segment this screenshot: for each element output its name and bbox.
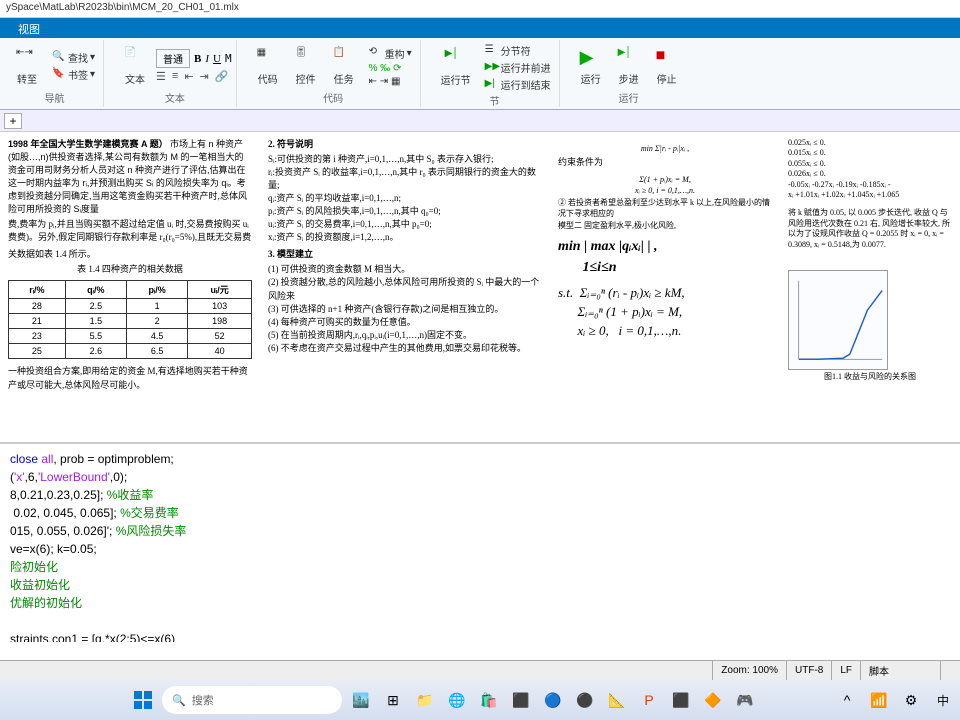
run-end-button[interactable]: ▶|运行到结束 xyxy=(481,76,555,93)
table-title: 表 1.4 四种资产的相关数据 xyxy=(8,263,252,276)
language-status[interactable]: 脚本 xyxy=(860,661,940,680)
file-path: ySpace\MatLab\R2023b\bin\MCM_20_CH01_01.… xyxy=(6,2,239,13)
italic-button[interactable]: I xyxy=(205,53,209,65)
percent-button[interactable]: % ‰ ⟳ xyxy=(365,62,416,75)
app-icon-4[interactable]: 🔶 xyxy=(700,687,726,713)
table-row: 235.54.552 xyxy=(9,329,252,344)
refactor-icon: ⟲ xyxy=(369,46,383,60)
text-button[interactable]: 📄文本 xyxy=(118,45,152,88)
mono-button[interactable]: M xyxy=(225,52,232,65)
edge-icon[interactable]: 🌐 xyxy=(444,687,470,713)
file-tab-bar: + xyxy=(0,110,960,132)
slider-icon: 🎚 xyxy=(295,47,317,69)
matlab-icon[interactable]: 📐 xyxy=(604,687,630,713)
outdent-icon[interactable]: ⇤ xyxy=(184,70,193,83)
app-icon-2[interactable]: ⚫ xyxy=(572,687,598,713)
table-header-row: rᵢ/% qᵢ/% pᵢ/% uᵢ/元 xyxy=(9,281,252,299)
search-icon: 🔍 xyxy=(172,694,186,707)
task-button[interactable]: 📋任务 xyxy=(327,45,361,88)
chart-title: 图1.1 收益与风险的关系图 xyxy=(788,372,952,382)
split-button[interactable]: ☰分节符 xyxy=(481,42,555,59)
code-icon: ▦ xyxy=(257,47,279,69)
zoom-status[interactable]: Zoom: 100% xyxy=(712,661,786,680)
style-normal[interactable]: 普通 xyxy=(156,49,190,68)
table-row: 252.66.540 xyxy=(9,344,252,359)
code-area[interactable]: close all, prob = optimproblem; ('x',6,'… xyxy=(0,442,960,642)
run-section-button[interactable]: ▶│运行节 xyxy=(435,46,477,89)
stop-button[interactable]: ■停止 xyxy=(650,45,684,88)
ribbon-group-code: ▦代码 🎚控件 📋任务 ⟲重构▾ % ‰ ⟳ ⇤ ⇥ ▦ 代码 xyxy=(247,40,421,107)
ribbon-group-text: 📄文本 普通 B I U M ☰ ≡ ⇤ ⇥ 🔗 文本 xyxy=(114,40,237,107)
taskbar-search[interactable]: 🔍搜索 xyxy=(162,686,342,714)
bold-button[interactable]: B xyxy=(194,53,201,65)
code-button[interactable]: ▦代码 xyxy=(251,45,285,88)
goto-button[interactable]: ⇤⇥ 转至 xyxy=(10,45,44,88)
refactor-button[interactable]: ⟲重构▾ xyxy=(365,45,416,62)
constraint-formula: s.t. Σᵢ₌₀ⁿ (rᵢ - pᵢ)xᵢ ≥ kM, Σᵢ₌₀ⁿ (1 + … xyxy=(558,284,772,341)
tray-icon-1[interactable]: 📶 xyxy=(866,687,892,713)
explorer-icon[interactable]: 📁 xyxy=(412,687,438,713)
status-bar: Zoom: 100% UTF-8 LF 脚本 xyxy=(0,660,960,680)
editor-area: 1998 年全国大学生数学建模竞赛 A 题） 市场上有 n 种资产(如股…,n)… xyxy=(0,132,960,660)
run-button[interactable]: ▶运行 xyxy=(574,45,608,88)
app-icon-3[interactable]: ⬛ xyxy=(668,687,694,713)
document-area[interactable]: 1998 年全国大学生数学建模竞赛 A 题） 市场上有 n 种资产(如股…,n)… xyxy=(0,132,960,442)
tray-icon-2[interactable]: ⚙ xyxy=(898,687,924,713)
windows-taskbar: 🔍搜索 🏙️ ⊞ 📁 🌐 🛍️ ⬛ 🔵 ⚫ 📐 P ⬛ 🔶 🎮 ^ 📶 ⚙ 中 xyxy=(0,680,960,720)
play-icon: ▶ xyxy=(580,47,602,69)
app-icon-5[interactable]: 🎮 xyxy=(732,687,758,713)
title-bar: ySpace\MatLab\R2023b\bin\MCM_20_CH01_01.… xyxy=(0,0,960,18)
bookmark-button[interactable]: 🔖书签▾ xyxy=(48,66,99,83)
play-adv-icon: ▶▶ xyxy=(485,61,499,75)
bullet-list-icon[interactable]: ☰ xyxy=(156,70,166,83)
indent-code-button[interactable]: ⇤ ⇥ ▦ xyxy=(365,75,416,88)
step-button[interactable]: ▶│步进 xyxy=(612,45,646,88)
ribbon-group-section: ▶│运行节 ☰分节符 ▶▶运行并前进 ▶|运行到结束 节 xyxy=(431,40,560,107)
underline-button[interactable]: U xyxy=(213,53,221,65)
chrome-icon[interactable]: 🔵 xyxy=(540,687,566,713)
task-icon: 📋 xyxy=(333,47,355,69)
control-button[interactable]: 🎚控件 xyxy=(289,45,323,88)
number-list-icon[interactable]: ≡ xyxy=(172,70,178,83)
encoding-status[interactable]: UTF-8 xyxy=(786,661,831,680)
ribbon-group-run: ▶运行 ▶│步进 ■停止 运行 xyxy=(570,40,688,107)
ribbon-tabbar: 视图 xyxy=(0,18,960,38)
ribbon: ⇤⇥ 转至 🔍查找▾ 🔖书签▾ 导航 📄文本 普通 B I U M xyxy=(0,38,960,110)
text-icon: 📄 xyxy=(124,47,146,69)
weather-icon[interactable]: 🏙️ xyxy=(348,687,374,713)
tray-chevron-icon[interactable]: ^ xyxy=(834,687,860,713)
eol-status[interactable]: LF xyxy=(831,661,860,680)
ribbon-group-nav: ⇤⇥ 转至 🔍查找▾ 🔖书签▾ 导航 xyxy=(6,40,104,107)
chevron-down-icon: ▾ xyxy=(407,48,412,59)
start-button[interactable] xyxy=(130,687,156,713)
search-icon: 🔍 xyxy=(52,51,66,65)
new-tab-button[interactable]: + xyxy=(4,113,22,129)
step-icon: ▶│ xyxy=(618,47,640,69)
risk-return-chart xyxy=(788,270,888,370)
chevron-down-icon: ▾ xyxy=(90,69,95,80)
chevron-down-icon: ▾ xyxy=(90,52,95,63)
run-advance-button[interactable]: ▶▶运行并前进 xyxy=(481,59,555,76)
goto-icon: ⇤⇥ xyxy=(16,47,38,69)
tab-view[interactable]: 视图 xyxy=(0,18,58,38)
problem-title: 1998 年全国大学生数学建模竞赛 A 题） xyxy=(8,139,168,149)
bookmark-icon: 🔖 xyxy=(52,68,66,82)
stop-icon: ■ xyxy=(656,47,678,69)
taskview-icon[interactable]: ⊞ xyxy=(380,687,406,713)
ime-button[interactable]: 中 xyxy=(930,687,956,713)
table-row: 211.52198 xyxy=(9,314,252,329)
objective-formula: min | max |qᵢxᵢ| | , 1≤i≤n xyxy=(558,237,772,278)
split-icon: ☰ xyxy=(485,44,499,58)
store-icon[interactable]: 🛍️ xyxy=(476,687,502,713)
find-button[interactable]: 🔍查找▾ xyxy=(48,49,99,66)
indent-icon[interactable]: ⇥ xyxy=(200,70,209,83)
powerpoint-icon[interactable]: P xyxy=(636,687,662,713)
play-end-icon: ▶| xyxy=(485,78,499,92)
app-icon-1[interactable]: ⬛ xyxy=(508,687,534,713)
link-icon[interactable]: 🔗 xyxy=(215,70,229,83)
table-row: 282.51103 xyxy=(9,299,252,314)
asset-table: rᵢ/% qᵢ/% pᵢ/% uᵢ/元 282.51103 211.52198 … xyxy=(8,280,252,359)
play-bar-icon: ▶│ xyxy=(445,48,467,70)
